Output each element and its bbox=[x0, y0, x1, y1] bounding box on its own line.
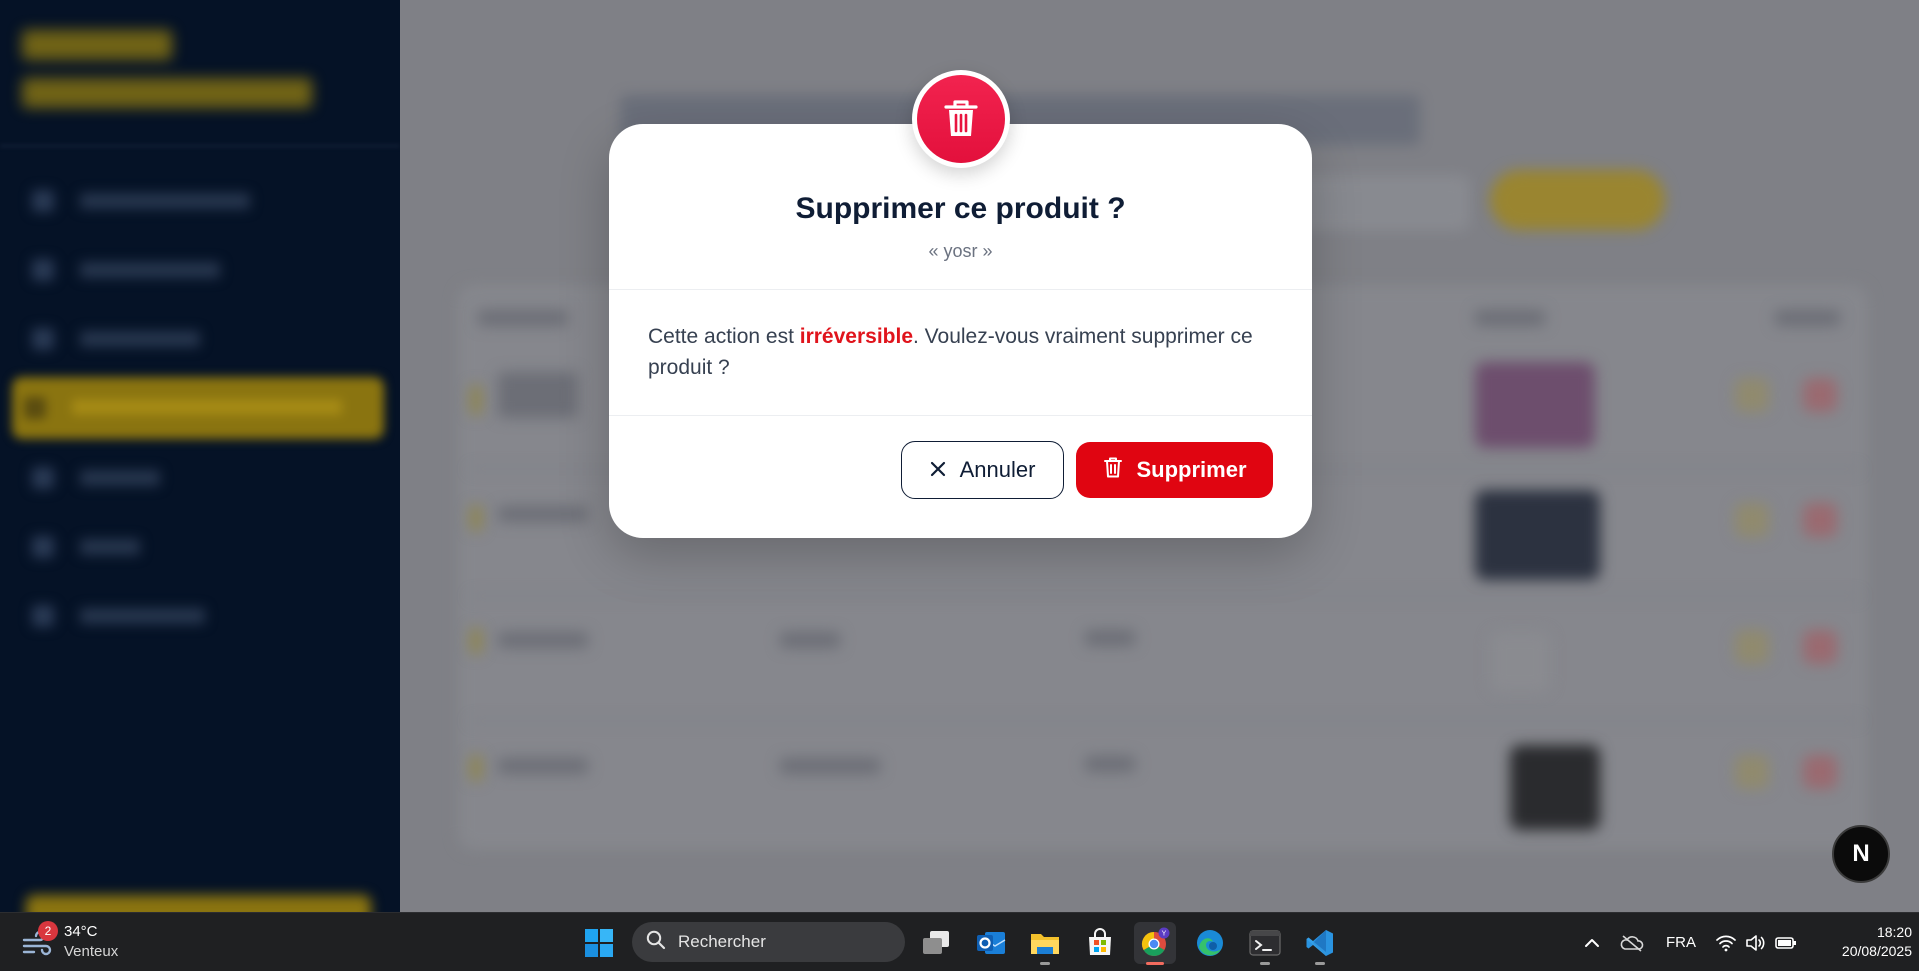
delete-confirmation-dialog: Supprimer ce produit ? « yosr » Cette ac… bbox=[609, 124, 1312, 538]
close-icon bbox=[930, 457, 946, 483]
row-divider bbox=[470, 720, 1860, 722]
weather-alert-badge: 2 bbox=[38, 921, 58, 941]
battery-icon[interactable] bbox=[1766, 922, 1806, 964]
edit-button[interactable] bbox=[1735, 378, 1769, 412]
delete-button[interactable] bbox=[1803, 503, 1837, 537]
sidebar-item[interactable] bbox=[20, 316, 380, 360]
search-icon bbox=[646, 930, 666, 955]
table-header bbox=[478, 310, 568, 326]
sidebar-bottom-button[interactable] bbox=[26, 895, 371, 912]
chrome-icon[interactable]: Y bbox=[1134, 922, 1176, 965]
table-row bbox=[780, 632, 840, 648]
sidebar-item[interactable] bbox=[20, 455, 380, 499]
sidebar-item[interactable] bbox=[20, 524, 380, 568]
running-indicator bbox=[1315, 962, 1325, 965]
delete-button[interactable] bbox=[1803, 755, 1837, 789]
nextjs-dev-badge[interactable]: N bbox=[1832, 825, 1890, 883]
product-thumbnail bbox=[1510, 745, 1600, 830]
cancel-button-label: Annuler bbox=[959, 457, 1036, 482]
sidebar bbox=[0, 0, 400, 912]
language-indicator[interactable]: FRA bbox=[1666, 913, 1696, 971]
system-clock[interactable]: 18:20 20/08/2025 bbox=[1812, 923, 1912, 961]
taskbar-search[interactable] bbox=[632, 922, 905, 962]
table-row bbox=[470, 505, 482, 531]
add-button-blurred[interactable] bbox=[1490, 170, 1665, 230]
file-explorer-icon[interactable] bbox=[1024, 922, 1066, 965]
svg-text:Y: Y bbox=[1162, 931, 1167, 938]
table-header bbox=[1775, 310, 1840, 326]
delete-button[interactable] bbox=[1803, 378, 1837, 412]
clock-date: 20/08/2025 bbox=[1841, 943, 1912, 959]
weather-widget[interactable]: 2 34°C Venteux bbox=[22, 921, 152, 963]
delete-button[interactable]: Supprimer bbox=[1076, 442, 1273, 498]
dialog-title: Supprimer ce produit ? bbox=[795, 192, 1126, 225]
microsoft-store-icon[interactable] bbox=[1079, 922, 1121, 964]
dialog-message: Cette action est irréversible. Voulez-vo… bbox=[648, 321, 1278, 383]
sidebar-item-active[interactable] bbox=[12, 377, 384, 439]
outlook-icon[interactable] bbox=[970, 922, 1012, 964]
delete-button[interactable] bbox=[1803, 630, 1837, 664]
delete-button-label: Supprimer bbox=[1136, 457, 1247, 482]
vscode-icon[interactable] bbox=[1299, 922, 1341, 965]
table-row bbox=[780, 758, 880, 774]
terminal-icon[interactable] bbox=[1244, 922, 1286, 965]
table-row bbox=[1085, 630, 1135, 646]
edit-button[interactable] bbox=[1735, 755, 1769, 789]
edit-button[interactable] bbox=[1735, 630, 1769, 664]
sidebar-logo bbox=[22, 30, 322, 120]
trash-icon bbox=[917, 75, 1005, 163]
product-name-subtitle: « yosr » bbox=[928, 241, 993, 261]
table-row bbox=[498, 372, 578, 418]
product-thumbnail bbox=[1475, 490, 1600, 580]
product-thumbnail bbox=[1490, 632, 1550, 692]
sidebar-item[interactable] bbox=[20, 178, 380, 222]
irreversible-emphasis: irréversible bbox=[799, 325, 913, 348]
table-row bbox=[498, 506, 588, 522]
running-indicator bbox=[1040, 962, 1050, 965]
product-thumbnail bbox=[1475, 362, 1595, 448]
running-indicator bbox=[1146, 962, 1164, 965]
sidebar-item[interactable] bbox=[20, 593, 380, 637]
taskbar: 2 34°C Venteux Y bbox=[0, 912, 1919, 971]
weather-condition: Venteux bbox=[64, 943, 119, 960]
start-icon[interactable] bbox=[578, 922, 620, 964]
edit-button[interactable] bbox=[1735, 503, 1769, 537]
cancel-button[interactable]: Annuler bbox=[901, 441, 1064, 499]
search-input[interactable] bbox=[678, 932, 878, 952]
task-view-icon[interactable] bbox=[915, 922, 957, 964]
running-indicator bbox=[1260, 962, 1270, 965]
table-header bbox=[1475, 310, 1545, 326]
onedrive-icon[interactable] bbox=[1612, 922, 1652, 964]
table-row bbox=[470, 628, 482, 654]
sidebar-divider bbox=[0, 145, 400, 147]
sidebar-item[interactable] bbox=[20, 247, 380, 291]
trash-icon bbox=[1102, 455, 1124, 485]
table-row bbox=[1085, 756, 1135, 772]
row-divider bbox=[470, 595, 1860, 597]
edge-icon[interactable] bbox=[1189, 922, 1231, 964]
dialog-icon-badge bbox=[912, 70, 1010, 168]
dialog-divider bbox=[609, 289, 1312, 290]
table-row bbox=[498, 632, 588, 648]
clock-time: 18:20 bbox=[1876, 924, 1912, 940]
table-row bbox=[498, 758, 588, 774]
dialog-divider bbox=[609, 415, 1312, 416]
table-row bbox=[470, 385, 482, 415]
message-prefix: Cette action est bbox=[648, 325, 800, 348]
chevron-up-icon[interactable] bbox=[1572, 922, 1612, 964]
weather-temperature: 34°C bbox=[64, 923, 98, 940]
table-row bbox=[470, 755, 482, 781]
